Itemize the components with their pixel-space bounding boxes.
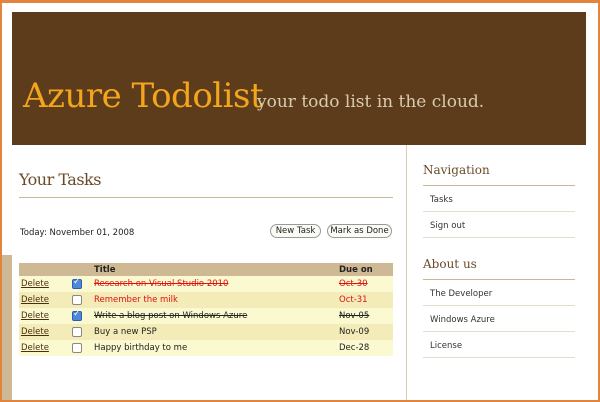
mark-as-done-button[interactable]: Mark as Done [327, 224, 392, 238]
task-due-date: Oct-30 [336, 276, 393, 292]
sidebar-item-license[interactable]: License [430, 341, 462, 351]
task-checkbox[interactable] [72, 309, 82, 321]
left-edge-strip [2, 255, 12, 400]
sidebar-divider [423, 331, 575, 332]
sidebar-item-developer[interactable]: The Developer [430, 289, 492, 299]
table-row: Delete Write a blog post on Windows Azure… [19, 308, 393, 324]
column-header-select [69, 263, 91, 276]
column-header-delete [19, 263, 69, 276]
table-row: Delete Remember the milk Oct-31 [19, 292, 393, 308]
task-title: Buy a new PSP [91, 324, 336, 340]
delete-cell: Delete [19, 324, 69, 340]
table-row: Delete Research on Visual Studio 2010Oct-… [19, 276, 393, 292]
delete-link[interactable]: Delete [21, 295, 49, 305]
task-title: Remember the milk [91, 292, 336, 308]
new-task-button[interactable]: New Task [270, 224, 321, 238]
task-title: Write a blog post on Windows Azure [91, 308, 336, 324]
task-checkbox[interactable] [72, 326, 82, 337]
sidebar-divider [423, 305, 575, 306]
column-header-due[interactable]: Due on [336, 263, 393, 276]
sidebar-item-sign-out[interactable]: Sign out [430, 221, 465, 231]
tasks-table: Title Due on Delete Research on Visual St… [19, 263, 393, 356]
column-header-title[interactable]: Title [91, 263, 336, 276]
sidebar-heading-about: About us [423, 257, 477, 271]
delete-link[interactable]: Delete [21, 327, 49, 337]
delete-link[interactable]: Delete [21, 311, 49, 321]
site-title: Azure Todolist [23, 76, 264, 116]
task-title: Research on Visual Studio 2010 [91, 276, 336, 292]
delete-cell: Delete [19, 340, 69, 356]
sidebar: Navigation Tasks Sign out About us The D… [407, 145, 586, 400]
table-header-row: Title Due on [19, 263, 393, 276]
checkbox-cell [69, 340, 91, 356]
delete-cell: Delete [19, 276, 69, 292]
site-tagline: your todo list in the cloud. [257, 92, 485, 112]
task-checkbox[interactable] [72, 294, 82, 305]
checkbox-cell [69, 324, 91, 340]
delete-cell: Delete [19, 308, 69, 324]
heading-divider [19, 197, 393, 198]
sidebar-heading-navigation: Navigation [423, 163, 490, 177]
sidebar-divider [423, 357, 575, 358]
task-checkbox[interactable] [72, 277, 82, 289]
delete-link[interactable]: Delete [21, 279, 49, 289]
delete-cell: Delete [19, 292, 69, 308]
sidebar-divider [423, 237, 575, 238]
page-title: Your Tasks [19, 170, 101, 189]
site-header: Azure Todolist your todo list in the clo… [12, 12, 586, 145]
task-due-date: Nov-09 [336, 324, 393, 340]
task-title: Happy birthday to me [91, 340, 336, 356]
sidebar-divider [423, 185, 575, 186]
sidebar-item-windows-azure[interactable]: Windows Azure [430, 315, 495, 325]
checkbox-cell [69, 276, 91, 292]
table-row: Delete Happy birthday to me Dec-28 [19, 340, 393, 356]
delete-link[interactable]: Delete [21, 343, 49, 353]
table-row: Delete Buy a new PSP Nov-09 [19, 324, 393, 340]
task-due-date: Nov-05 [336, 308, 393, 324]
task-checkbox[interactable] [72, 342, 82, 353]
sidebar-item-tasks[interactable]: Tasks [430, 195, 453, 205]
checkbox-cell [69, 308, 91, 324]
sidebar-divider [423, 279, 575, 280]
today-date: Today: November 01, 2008 [20, 228, 135, 238]
sidebar-divider [423, 211, 575, 212]
task-due-date: Dec-28 [336, 340, 393, 356]
main-content: Your Tasks Today: November 01, 2008 New … [12, 145, 406, 400]
task-due-date: Oct-31 [336, 292, 393, 308]
checkbox-cell [69, 292, 91, 308]
